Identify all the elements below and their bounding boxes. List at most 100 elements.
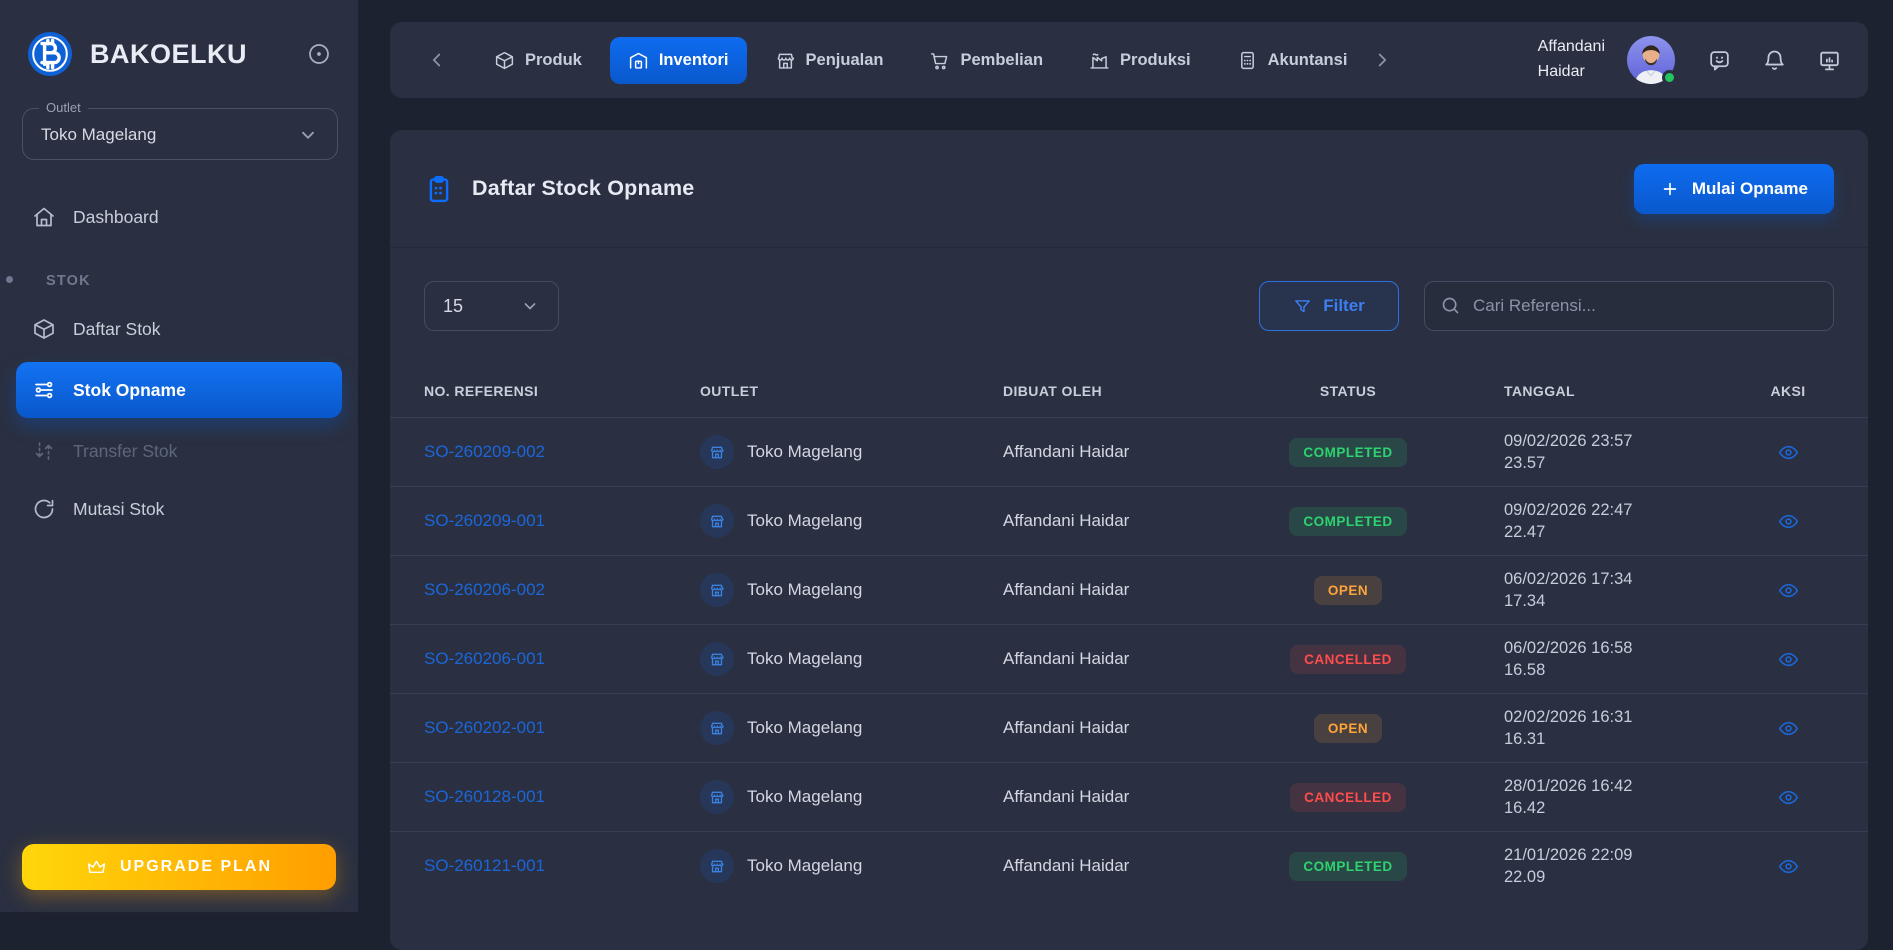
tab-produk[interactable]: Produk [476, 37, 600, 84]
brand-row: BAKOELKU [0, 0, 358, 78]
sidebar-item-dashboard[interactable]: Dashboard [16, 192, 342, 242]
tab-penjualan[interactable]: Penjualan [757, 37, 902, 84]
date-cell: 06/02/2026 17:34 17.34 [1420, 568, 1740, 613]
sidebar-item-label: Mutasi Stok [73, 499, 164, 520]
reference-link[interactable]: SO-260206-001 [424, 649, 545, 668]
circle-dot-icon[interactable] [306, 41, 332, 67]
created-by: Affandani Haidar [1003, 511, 1276, 531]
chevron-down-icon [297, 124, 319, 146]
tab-akuntansi[interactable]: Akuntansi [1219, 37, 1366, 84]
outlet-name: Toko Magelang [747, 442, 862, 462]
date-cell: 09/02/2026 22:47 22.47 [1420, 499, 1740, 544]
date-value: 09/02/2026 22:47 [1504, 499, 1740, 521]
filter-button[interactable]: Filter [1259, 281, 1399, 331]
search-input[interactable] [1424, 281, 1834, 331]
mulai-opname-label: Mulai Opname [1692, 179, 1808, 199]
status-badge: CANCELLED [1290, 645, 1406, 674]
date-cell: 06/02/2026 16:58 16.58 [1420, 637, 1740, 682]
column-header-status: STATUS [1276, 383, 1420, 399]
tab-inventori[interactable]: Inventori [610, 37, 747, 84]
sidebar: BAKOELKU Outlet Toko Magelang Dashboard … [0, 0, 358, 912]
tab-pembelian[interactable]: Pembelian [911, 37, 1061, 84]
eye-icon [1777, 786, 1800, 809]
sidebar-item-daftar-stok[interactable]: Daftar Stok [16, 304, 342, 354]
date-value: 09/02/2026 23:57 [1504, 430, 1740, 452]
reference-link[interactable]: SO-260128-001 [424, 787, 545, 806]
table-row: SO-260202-001 Toko Magelang Affandani Ha… [390, 693, 1868, 762]
table-row: SO-260128-001 Toko Magelang Affandani Ha… [390, 762, 1868, 831]
tab-label: Produksi [1120, 51, 1191, 70]
home-icon [32, 205, 56, 229]
module-tabs: Produk Inventori Penjual [476, 37, 1365, 84]
navbar-action-icons [1707, 48, 1842, 73]
created-by: Affandani Haidar [1003, 580, 1276, 600]
reference-link[interactable]: SO-260121-001 [424, 856, 545, 875]
created-by: Affandani Haidar [1003, 787, 1276, 807]
card-header: Daftar Stock Opname Mulai Opname [390, 130, 1868, 248]
sidebar-item-label: Daftar Stok [73, 319, 161, 340]
outlet-name: Toko Magelang [747, 856, 862, 876]
table-controls: 15 Filter [390, 248, 1868, 331]
clipboard-icon [424, 174, 454, 204]
page-size-select[interactable]: 15 [424, 281, 559, 331]
table-row: SO-260206-002 Toko Magelang Affandani Ha… [390, 555, 1868, 624]
eye-icon [1777, 510, 1800, 533]
cube-icon [32, 317, 56, 341]
table-row: SO-260209-002 Toko Magelang Affandani Ha… [390, 417, 1868, 486]
tab-label: Akuntansi [1268, 51, 1348, 70]
monitor-chart-icon[interactable] [1817, 48, 1842, 73]
reference-link[interactable]: SO-260206-002 [424, 580, 545, 599]
time-value: 16.58 [1504, 659, 1740, 681]
eye-icon [1777, 579, 1800, 602]
mulai-opname-button[interactable]: Mulai Opname [1634, 164, 1834, 214]
chevron-left-icon[interactable] [420, 49, 454, 71]
table-body: SO-260209-002 Toko Magelang Affandani Ha… [390, 417, 1868, 900]
tab-label: Pembelian [960, 51, 1043, 70]
date-value: 06/02/2026 16:58 [1504, 637, 1740, 659]
sidebar-item-label: Stok Opname [73, 380, 186, 401]
tab-produksi[interactable]: Produksi [1071, 37, 1209, 84]
sidebar-item-mutasi-stok[interactable]: Mutasi Stok [16, 484, 342, 534]
reference-link[interactable]: SO-260209-002 [424, 442, 545, 461]
view-action-button[interactable] [1773, 506, 1804, 537]
view-action-button[interactable] [1773, 782, 1804, 813]
section-dot [6, 276, 13, 283]
bitcoin-icon [26, 30, 74, 78]
outlet-name: Toko Magelang [747, 718, 862, 738]
column-header-outlet: OUTLET [700, 383, 1003, 399]
cart-icon [929, 50, 950, 71]
reference-link[interactable]: SO-260202-001 [424, 718, 545, 737]
plus-icon [1660, 179, 1680, 199]
column-header-tanggal: TANGGAL [1420, 383, 1740, 399]
reference-link[interactable]: SO-260209-001 [424, 511, 545, 530]
store-icon [700, 504, 734, 538]
time-value: 22.09 [1504, 866, 1740, 888]
column-header-dibuat-oleh: DIBUAT OLEH [1003, 383, 1276, 399]
transfer-icon [32, 439, 56, 463]
bell-icon[interactable] [1762, 48, 1787, 73]
store-icon [775, 50, 796, 71]
message-smile-icon[interactable] [1707, 48, 1732, 73]
outlet-label: Outlet [39, 100, 88, 115]
time-value: 17.34 [1504, 590, 1740, 612]
sidebar-item-transfer-stok[interactable]: Transfer Stok [16, 426, 342, 476]
upgrade-plan-button[interactable]: UPGRADE PLAN [22, 844, 336, 890]
chevron-right-icon[interactable] [1365, 49, 1399, 71]
user-avatar[interactable] [1627, 36, 1675, 84]
status-badge: OPEN [1314, 714, 1382, 743]
eye-icon [1777, 648, 1800, 671]
view-action-button[interactable] [1773, 644, 1804, 675]
outlet-select[interactable]: Outlet Toko Magelang [22, 108, 338, 160]
view-action-button[interactable] [1773, 437, 1804, 468]
crown-icon [86, 857, 107, 878]
date-cell: 09/02/2026 23:57 23.57 [1420, 430, 1740, 475]
tab-label: Produk [525, 51, 582, 70]
sidebar-nav: Dashboard STOK Daftar Stok Stok Op [0, 192, 358, 534]
table-row: SO-260206-001 Toko Magelang Affandani Ha… [390, 624, 1868, 693]
view-action-button[interactable] [1773, 851, 1804, 882]
view-action-button[interactable] [1773, 713, 1804, 744]
column-header-referensi: NO. REFERENSI [424, 383, 700, 399]
column-header-aksi: AKSI [1740, 383, 1836, 399]
view-action-button[interactable] [1773, 575, 1804, 606]
sidebar-item-stok-opname[interactable]: Stok Opname [16, 362, 342, 418]
